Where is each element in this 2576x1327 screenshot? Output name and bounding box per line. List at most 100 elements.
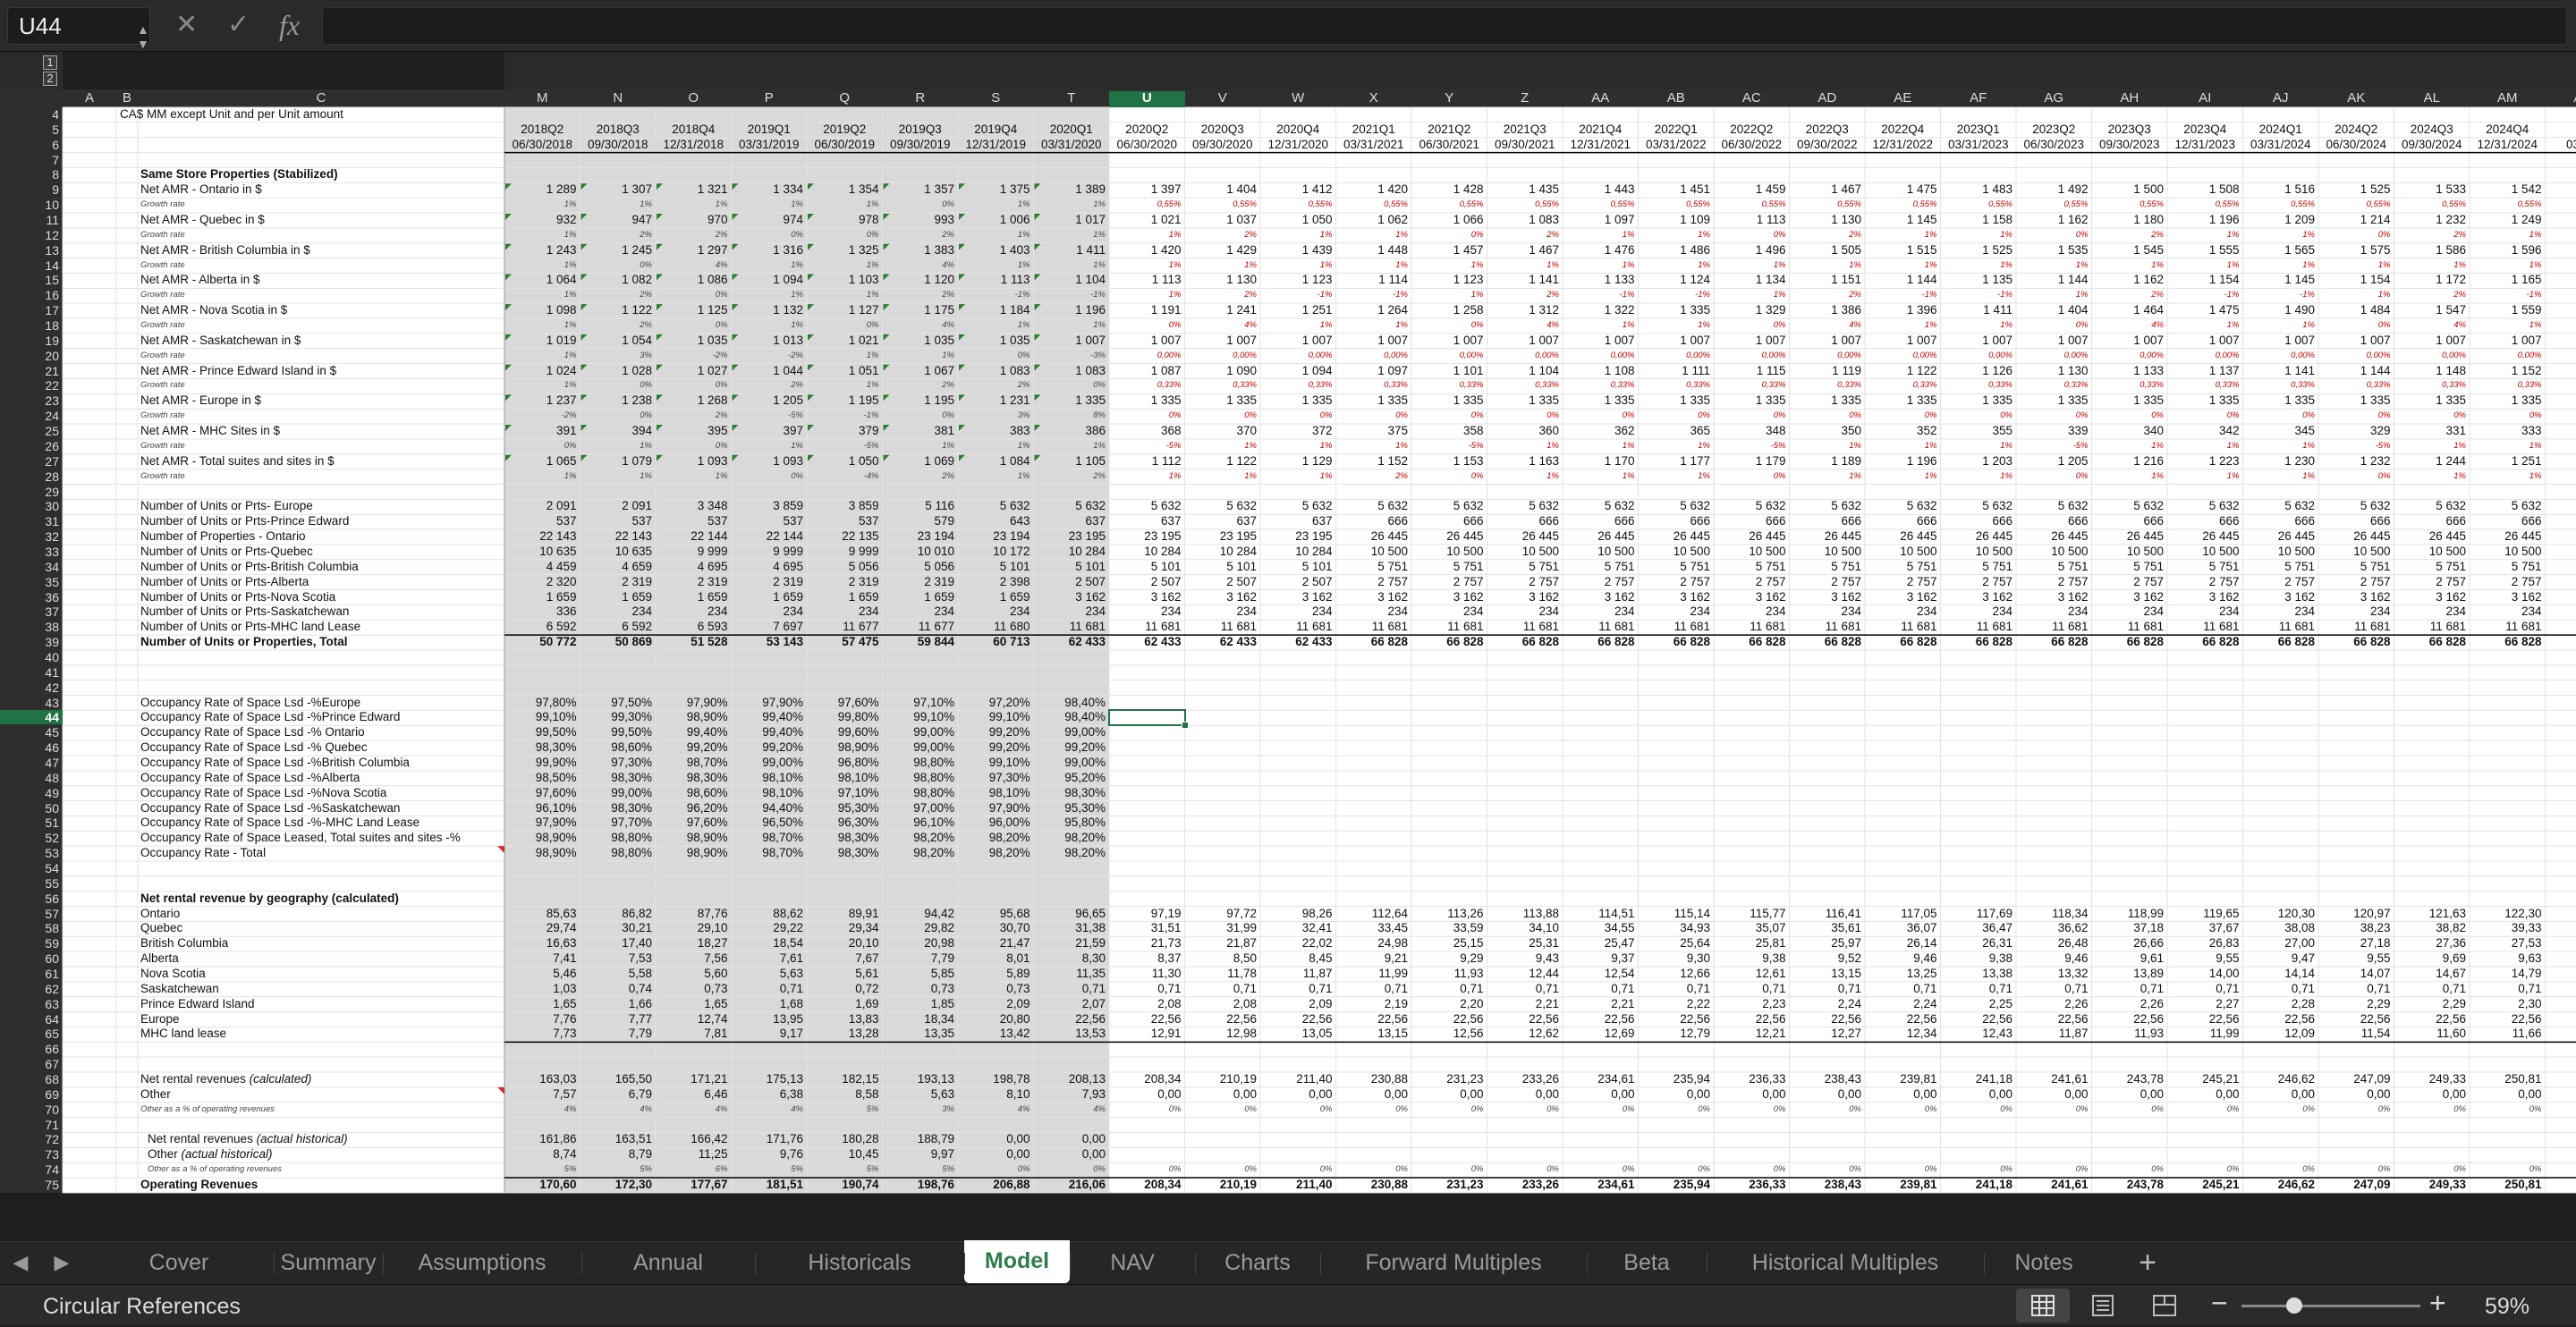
tab-historical-multiples[interactable]: Historical Multiples (1707, 1242, 1984, 1283)
row-header-15[interactable]: 15 (0, 273, 59, 287)
zoom-slider[interactable] (2241, 1305, 2420, 1307)
zoom-out-icon[interactable]: − (2211, 1287, 2228, 1320)
row-header-72[interactable]: 72 (0, 1132, 59, 1146)
row-header-71[interactable]: 71 (0, 1118, 59, 1132)
row-header-43[interactable]: 43 (0, 696, 59, 710)
row-header-6[interactable]: 6 (0, 138, 59, 152)
column-header-m[interactable]: M (504, 91, 580, 106)
row-header-31[interactable]: 31 (0, 514, 59, 528)
row-header-24[interactable]: 24 (0, 409, 59, 423)
row-header-52[interactable]: 52 (0, 831, 59, 845)
row-header-75[interactable]: 75 (0, 1178, 59, 1192)
page-break-preview-button[interactable] (2138, 1289, 2191, 1323)
row-header-34[interactable]: 34 (0, 560, 59, 574)
row-header-66[interactable]: 66 (0, 1042, 59, 1056)
column-header-aa[interactable]: AA (1563, 91, 1639, 106)
column-header-y[interactable]: Y (1411, 91, 1487, 106)
row-header-17[interactable]: 17 (0, 303, 59, 317)
outline-level-1-button[interactable]: 1 (43, 55, 57, 70)
column-header-b[interactable]: B (116, 91, 138, 106)
row-header-20[interactable]: 20 (0, 349, 59, 363)
row-header-30[interactable]: 30 (0, 499, 59, 513)
row-header-59[interactable]: 59 (0, 936, 59, 951)
row-header-35[interactable]: 35 (0, 575, 59, 589)
row-header-45[interactable]: 45 (0, 725, 59, 740)
column-header-ah[interactable]: AH (2092, 91, 2168, 106)
row-header-38[interactable]: 38 (0, 620, 59, 634)
row-header-53[interactable]: 53 (0, 846, 59, 860)
column-header-v[interactable]: V (1185, 91, 1261, 106)
column-header-z[interactable]: Z (1487, 91, 1563, 106)
outline-level-2-button[interactable]: 2 (43, 72, 57, 86)
row-header-68[interactable]: 68 (0, 1072, 59, 1086)
row-header-12[interactable]: 12 (0, 228, 59, 242)
column-header-t[interactable]: T (1034, 91, 1110, 106)
zoom-slider-thumb[interactable] (2286, 1297, 2302, 1314)
tab-forward-multiples[interactable]: Forward Multiples (1320, 1242, 1587, 1283)
column-header-w[interactable]: W (1260, 91, 1336, 106)
column-header-ak[interactable]: AK (2318, 91, 2394, 106)
row-header-23[interactable]: 23 (0, 393, 59, 408)
row-header-36[interactable]: 36 (0, 590, 59, 604)
row-header-16[interactable]: 16 (0, 288, 59, 302)
tab-nav[interactable]: NAV (1070, 1242, 1195, 1283)
row-header-32[interactable]: 32 (0, 529, 59, 544)
row-header-55[interactable]: 55 (0, 876, 59, 891)
tab-cover[interactable]: Cover (84, 1242, 274, 1283)
row-header-51[interactable]: 51 (0, 816, 59, 830)
row-header-21[interactable]: 21 (0, 364, 59, 378)
page-layout-button[interactable] (2075, 1289, 2129, 1323)
column-header-ab[interactable]: AB (1639, 91, 1715, 106)
insert-function-icon[interactable]: fx (279, 7, 300, 43)
tab-model[interactable]: Model (964, 1240, 1070, 1283)
tab-summary[interactable]: Summary (274, 1242, 383, 1283)
tab-scroll-right-icon[interactable]: ▶ (41, 1242, 82, 1283)
column-header-ag[interactable]: AG (2016, 91, 2092, 106)
row-header-10[interactable]: 10 (0, 198, 59, 212)
row-header-42[interactable]: 42 (0, 680, 59, 695)
fill-handle[interactable] (1182, 722, 1189, 729)
row-header-57[interactable]: 57 (0, 907, 59, 921)
row-header-7[interactable]: 7 (0, 153, 59, 167)
row-header-46[interactable]: 46 (0, 740, 59, 755)
column-header-x[interactable]: X (1336, 91, 1412, 106)
tab-historicals[interactable]: Historicals (755, 1242, 964, 1283)
column-header-s[interactable]: S (958, 91, 1034, 106)
row-header-50[interactable]: 50 (0, 801, 59, 816)
row-header-8[interactable]: 8 (0, 167, 59, 182)
column-header-o[interactable]: O (656, 91, 732, 106)
row-header-27[interactable]: 27 (0, 454, 59, 469)
row-header-37[interactable]: 37 (0, 604, 59, 619)
row-header-4[interactable]: 4 (0, 107, 59, 122)
row-header-41[interactable]: 41 (0, 665, 59, 680)
row-header-39[interactable]: 39 (0, 635, 59, 649)
row-header-19[interactable]: 19 (0, 334, 59, 348)
row-header-11[interactable]: 11 (0, 213, 59, 227)
row-header-14[interactable]: 14 (0, 258, 59, 273)
row-header-28[interactable]: 28 (0, 469, 59, 484)
row-header-67[interactable]: 67 (0, 1057, 59, 1071)
normal-view-button[interactable] (2016, 1289, 2070, 1323)
column-header-c[interactable]: C (138, 91, 504, 106)
name-box[interactable]: U44▲▼ (7, 7, 150, 45)
column-header-af[interactable]: AF (1941, 91, 2017, 106)
column-header-aj[interactable]: AJ (2243, 91, 2319, 106)
row-header-26[interactable]: 26 (0, 439, 59, 453)
tab-notes[interactable]: Notes (1984, 1242, 2104, 1283)
row-header-64[interactable]: 64 (0, 1012, 59, 1027)
tab-annual[interactable]: Annual (581, 1242, 755, 1283)
column-header-al[interactable]: AL (2394, 91, 2470, 106)
row-header-18[interactable]: 18 (0, 318, 59, 333)
row-header-40[interactable]: 40 (0, 650, 59, 664)
selected-cell[interactable] (1108, 709, 1186, 726)
row-header-62[interactable]: 62 (0, 982, 59, 996)
row-header-29[interactable]: 29 (0, 485, 59, 499)
column-header-ad[interactable]: AD (1790, 91, 1866, 106)
row-header-44[interactable]: 44 (0, 710, 63, 724)
row-header-49[interactable]: 49 (0, 786, 59, 800)
column-header-u[interactable]: U (1109, 91, 1185, 107)
column-header-p[interactable]: P (732, 91, 808, 106)
row-header-13[interactable]: 13 (0, 243, 59, 258)
spreadsheet-grid[interactable]: 1 2 ABCMNOPQRSTUVWXYZAAABACADAEAFAGAHAIA… (0, 52, 2576, 1241)
column-header-am[interactable]: AM (2470, 91, 2546, 106)
